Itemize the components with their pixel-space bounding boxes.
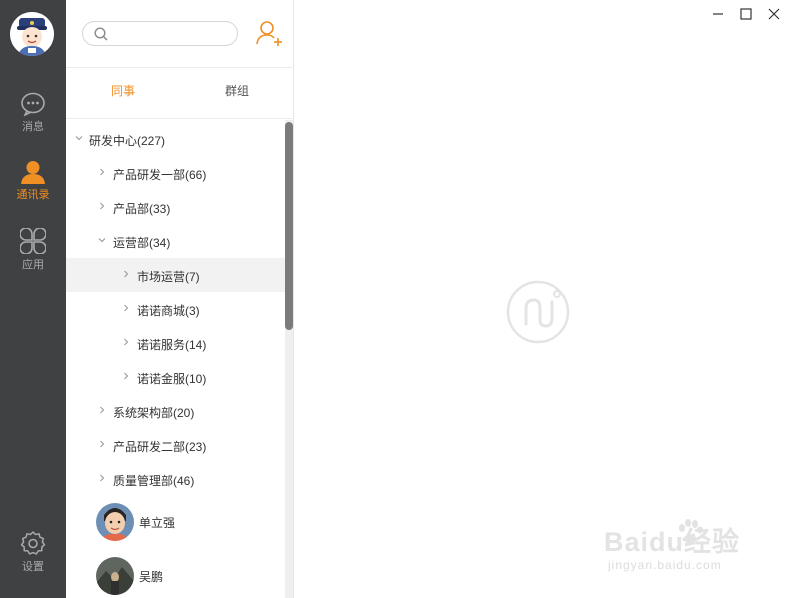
- left-nav-rail: 消息 通讯录 应用 设置: [0, 0, 66, 598]
- add-contact-button[interactable]: [255, 20, 285, 48]
- baidu-jingyan-watermark: Baidu经验 jingyan.baidu.com: [604, 519, 784, 580]
- tree-node-label: 诺诺金服(10): [137, 372, 207, 386]
- tab-groups[interactable]: 群组: [180, 68, 294, 118]
- contact-person-icon: [21, 161, 45, 184]
- search-icon: [94, 27, 108, 41]
- contact-avatar: [96, 503, 134, 541]
- tree-node[interactable]: 研发中心(227): [66, 122, 286, 156]
- tree-node[interactable]: 产品部(33): [66, 190, 286, 224]
- scrollbar-thumb[interactable]: [285, 122, 293, 330]
- tree-node[interactable]: 诺诺服务(14): [66, 326, 286, 360]
- minimize-button[interactable]: [710, 6, 726, 22]
- tree-node[interactable]: 诺诺金服(10): [66, 360, 286, 394]
- apps-clover-icon: [20, 228, 46, 254]
- contact-name: 吴鹏: [139, 570, 164, 584]
- tree-node-label: 运营部(34): [113, 236, 171, 250]
- nav-contacts-label: 通讯录: [16, 189, 50, 201]
- user-avatar[interactable]: [10, 12, 54, 56]
- contact-person-row[interactable]: 吴鹏: [66, 548, 286, 598]
- tree-node-label: 市场运营(7): [137, 270, 200, 284]
- chevron-right-icon: [121, 269, 131, 279]
- watermark-brand: Baidu经验: [604, 527, 741, 557]
- org-tree: 研发中心(227) 产品研发一部(66) 产品部(33) 运营部(34) 市场运…: [66, 120, 286, 598]
- chevron-right-icon: [121, 371, 131, 381]
- tree-node-label: 产品部(33): [113, 202, 171, 216]
- chevron-right-icon: [97, 473, 107, 483]
- maximize-icon: [740, 8, 752, 20]
- chevron-right-icon: [97, 167, 107, 177]
- chat-bubble-icon: [21, 92, 45, 116]
- chevron-right-icon: [121, 337, 131, 347]
- tree-node[interactable]: 运营部(34): [66, 224, 286, 258]
- nav-messages-label: 消息: [22, 121, 44, 133]
- tree-node-label: 诺诺商城(3): [137, 304, 200, 318]
- close-button[interactable]: [766, 6, 782, 22]
- nuonuo-logo-icon: [506, 280, 570, 344]
- tree-node[interactable]: 产品研发二部(23): [66, 428, 286, 462]
- tree-node[interactable]: 系统架构部(20): [66, 394, 286, 428]
- tree-node-label: 研发中心(227): [89, 134, 166, 148]
- search-input[interactable]: [113, 25, 231, 42]
- gear-icon: [20, 531, 46, 555]
- close-icon: [768, 8, 780, 20]
- add-user-icon: [256, 21, 282, 46]
- contact-person-row[interactable]: 单立强: [66, 494, 286, 548]
- tree-node-selected[interactable]: 市场运营(7): [66, 258, 286, 292]
- contact-avatar: [96, 557, 134, 595]
- nav-settings[interactable]: 设置: [0, 530, 66, 574]
- tree-node[interactable]: 质量管理部(46): [66, 462, 286, 496]
- minimize-icon: [713, 13, 723, 15]
- chevron-right-icon: [121, 303, 131, 313]
- maximize-button[interactable]: [738, 6, 754, 22]
- tree-node-label: 系统架构部(20): [113, 406, 195, 420]
- chevron-right-icon: [97, 201, 107, 211]
- tree-node-label: 产品研发二部(23): [113, 440, 207, 454]
- tree-scrollbar[interactable]: [285, 120, 293, 598]
- contact-tabs: 同事 群组: [66, 67, 294, 119]
- chevron-down-icon: [74, 133, 84, 143]
- contacts-panel: 同事 群组 研发中心(227) 产品研发一部(66) 产品部(33) 运营部(3…: [66, 0, 294, 598]
- nav-settings-label: 设置: [22, 561, 44, 573]
- watermark-site: jingyan.baidu.com: [608, 558, 722, 572]
- nav-contacts[interactable]: 通讯录: [0, 160, 66, 202]
- contact-name: 单立强: [139, 516, 176, 530]
- app-logo-watermark: [506, 280, 570, 349]
- tree-node-label: 产品研发一部(66): [113, 168, 207, 182]
- tree-node-label: 诺诺服务(14): [137, 338, 207, 352]
- main-content-area: Baidu经验 jingyan.baidu.com: [294, 0, 792, 598]
- nav-messages[interactable]: 消息: [0, 92, 66, 134]
- nav-apps-label: 应用: [22, 259, 44, 271]
- tree-node[interactable]: 产品研发一部(66): [66, 156, 286, 190]
- chevron-right-icon: [97, 439, 107, 449]
- tab-colleagues[interactable]: 同事: [66, 68, 180, 118]
- tree-node[interactable]: 诺诺商城(3): [66, 292, 286, 326]
- search-box[interactable]: [82, 21, 238, 46]
- nav-apps[interactable]: 应用: [0, 228, 66, 272]
- chevron-down-icon: [97, 235, 107, 245]
- tree-node-label: 质量管理部(46): [113, 474, 195, 488]
- chevron-right-icon: [97, 405, 107, 415]
- paw-icon: [679, 519, 703, 543]
